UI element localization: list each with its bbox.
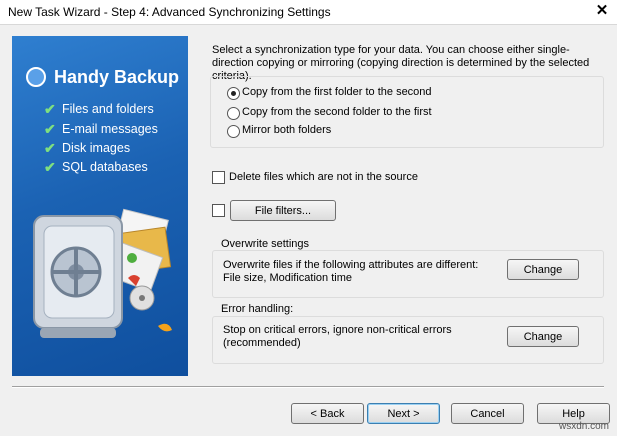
radio-label: Mirror both folders xyxy=(242,124,332,136)
delete-files-checkbox[interactable] xyxy=(212,171,225,184)
feature-item: ✔ Files and folders xyxy=(44,101,154,117)
next-button[interactable]: Next > xyxy=(367,403,440,424)
overwrite-settings-title: Overwrite settings xyxy=(221,238,310,250)
back-button[interactable]: < Back xyxy=(291,403,364,424)
watermark: wsxdn.com xyxy=(558,421,609,432)
radio-button-selected[interactable] xyxy=(227,87,240,100)
radio-button[interactable] xyxy=(227,107,240,120)
cancel-button[interactable]: Cancel xyxy=(451,403,524,424)
brand-name: Handy Backup xyxy=(54,67,180,87)
title-bar: New Task Wizard - Step 4: Advanced Synch… xyxy=(0,0,617,25)
radio-button[interactable] xyxy=(227,125,240,138)
feature-label: Files and folders xyxy=(62,102,154,116)
overwrite-change-button[interactable]: Change xyxy=(507,259,579,280)
check-icon: ✔ xyxy=(44,101,56,117)
overwrite-settings-text: Overwrite files if the following attribu… xyxy=(223,259,479,284)
window-title: New Task Wizard - Step 4: Advanced Synch… xyxy=(8,5,331,19)
handy-backup-logo-icon xyxy=(26,67,46,87)
error-handling-text: Stop on critical errors, ignore non-crit… xyxy=(223,324,452,349)
feature-item: ✔ Disk images xyxy=(44,140,131,156)
close-icon[interactable]: ✕ xyxy=(593,2,611,20)
check-icon: ✔ xyxy=(44,159,56,175)
delete-files-label: Delete files which are not in the source xyxy=(229,171,418,183)
error-handling-title: Error handling: xyxy=(221,303,294,315)
radio-label: Copy from the second folder to the first xyxy=(242,106,432,118)
sync-type-group: Copy from the first folder to the second… xyxy=(210,76,604,148)
footer-divider xyxy=(12,386,604,388)
side-panel: Handy Backup ✔ Files and folders ✔ E-mai… xyxy=(12,36,188,376)
overwrite-settings-box: Overwrite files if the following attribu… xyxy=(212,250,604,298)
check-icon: ✔ xyxy=(44,140,56,156)
check-icon: ✔ xyxy=(44,121,56,137)
safe-with-documents-illustration xyxy=(33,208,172,338)
feature-label: E-mail messages xyxy=(62,122,158,136)
feature-item: ✔ SQL databases xyxy=(44,159,148,175)
feature-label: Disk images xyxy=(62,141,131,155)
file-filters-button[interactable]: File filters... xyxy=(230,200,336,221)
radio-label: Copy from the first folder to the second xyxy=(242,86,432,98)
file-filters-checkbox[interactable] xyxy=(212,204,225,217)
error-handling-change-button[interactable]: Change xyxy=(507,326,579,347)
feature-item: ✔ E-mail messages xyxy=(44,121,158,137)
error-handling-box: Stop on critical errors, ignore non-crit… xyxy=(212,316,604,364)
feature-label: SQL databases xyxy=(62,160,148,174)
